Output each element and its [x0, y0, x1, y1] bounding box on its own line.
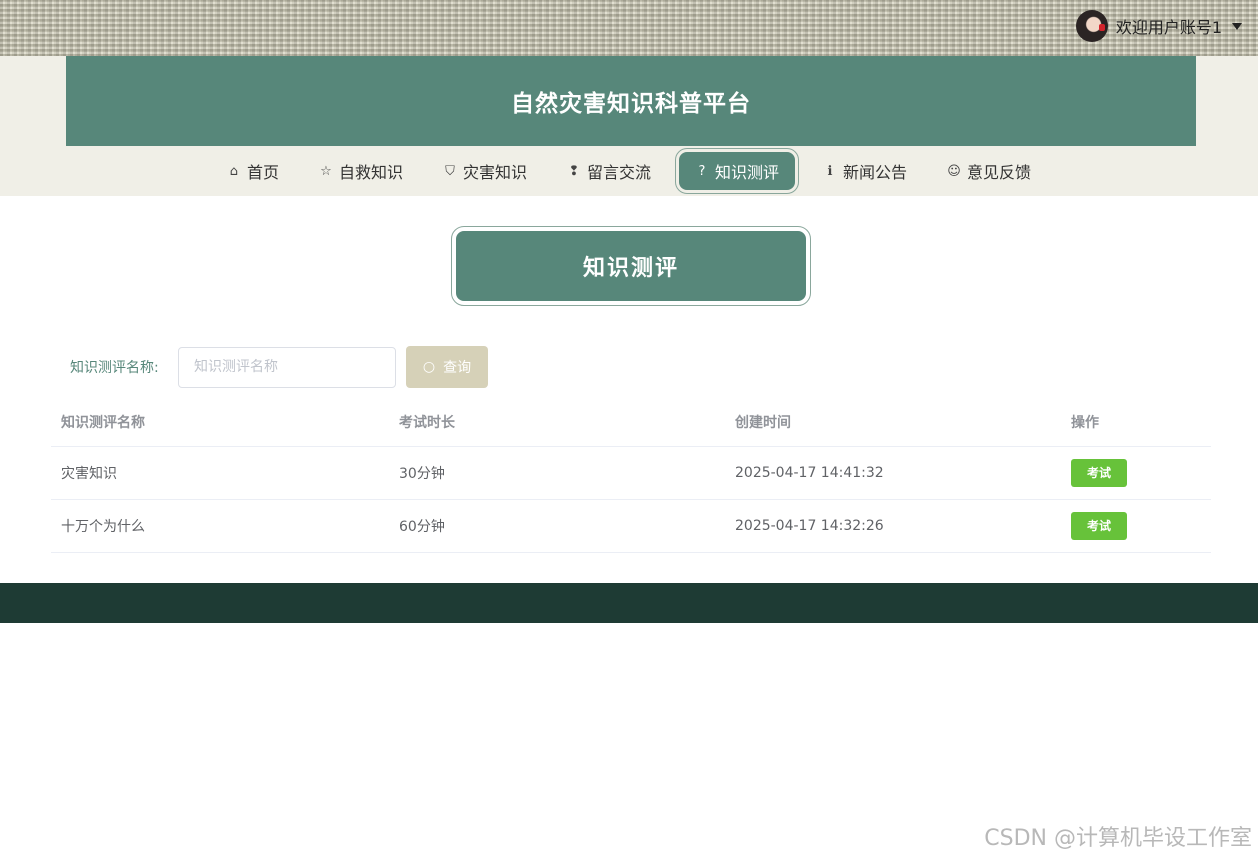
cell-name: 十万个为什么	[51, 499, 389, 553]
watermark: CSDN @计算机毕设工作室	[984, 826, 1252, 851]
cell-name: 灾害知识	[51, 446, 389, 500]
nav-item-label: 首页	[246, 163, 279, 182]
nav-item-label: 新闻公告	[843, 163, 908, 182]
exam-button[interactable]: 考试	[1071, 511, 1127, 540]
table-row: 灾害知识 30分钟 2025-04-17 14:41:32 考试	[51, 446, 1211, 500]
exclamation-icon: ❢	[568, 163, 580, 179]
cell-duration: 30分钟	[389, 446, 725, 500]
nav-item-label: 留言交流	[586, 163, 651, 182]
nav-item-home[interactable]: ⌂ 首页	[207, 151, 299, 191]
nav-item-news[interactable]: ℹ 新闻公告	[803, 151, 927, 191]
column-header-duration: 考试时长	[389, 399, 725, 447]
search-input[interactable]	[178, 346, 396, 388]
exam-button[interactable]: 考试	[1071, 458, 1127, 487]
top-bar: 欢迎用户账号1	[0, 0, 1258, 56]
section-title: 知识测评	[582, 256, 679, 281]
site-title: 自然灾害知识科普平台	[511, 91, 751, 117]
column-header-created: 创建时间	[725, 399, 1061, 447]
site-banner: 自然灾害知识科普平台	[66, 56, 1196, 146]
search-bar: 知识测评名称: ○ 查询	[70, 346, 488, 388]
star-icon: ☆	[320, 163, 332, 179]
main-nav: ⌂ 首页 ☆ 自救知识 ⛉ 灾害知识 ❢ 留言交流 ? 知识测评 ℹ 新闻公告 …	[0, 146, 1258, 196]
nav-item-messages[interactable]: ❢ 留言交流	[547, 151, 671, 191]
cell-action: 考试	[1061, 499, 1211, 553]
question-icon: ?	[698, 163, 706, 179]
user-greeting[interactable]: 欢迎用户账号1	[1116, 14, 1222, 38]
search-icon: ○	[422, 359, 436, 375]
search-button-label: 查询	[443, 360, 472, 376]
cell-duration: 60分钟	[389, 499, 725, 553]
column-header-name: 知识测评名称	[51, 399, 389, 447]
nav-item-quiz[interactable]: ? 知识测评	[674, 148, 800, 194]
cell-action: 考试	[1061, 446, 1211, 500]
home-icon: ⌂	[229, 163, 239, 179]
smiley-icon: ☺	[947, 163, 961, 179]
avatar[interactable]	[1075, 10, 1108, 42]
cell-created: 2025-04-17 14:41:32	[725, 446, 1061, 500]
nav-item-label: 灾害知识	[462, 163, 527, 182]
search-label: 知识测评名称:	[70, 360, 159, 376]
nav-item-feedback[interactable]: ☺ 意见反馈	[927, 151, 1051, 191]
nav-item-label: 意见反馈	[967, 163, 1032, 182]
caret-down-icon[interactable]	[1232, 22, 1242, 30]
cell-created: 2025-04-17 14:32:26	[725, 499, 1061, 553]
column-header-action: 操作	[1061, 399, 1211, 447]
nav-item-self-rescue[interactable]: ☆ 自救知识	[299, 151, 423, 191]
nav-item-disaster[interactable]: ⛉ 灾害知识	[423, 151, 547, 191]
quiz-table: 知识测评名称 考试时长 创建时间 操作 灾害知识 30分钟 2025-04-17…	[51, 399, 1211, 553]
search-button[interactable]: ○ 查询	[406, 346, 488, 388]
user-menu[interactable]: 欢迎用户账号1	[1075, 10, 1242, 42]
table-header-row: 知识测评名称 考试时长 创建时间 操作	[51, 399, 1211, 447]
footer	[0, 583, 1258, 623]
section-title-box: 知识测评	[451, 226, 811, 306]
bag-icon: ⛉	[445, 163, 455, 179]
info-icon: ℹ	[827, 163, 833, 179]
nav-item-label: 知识测评	[715, 163, 780, 182]
nav-item-label: 自救知识	[338, 163, 403, 182]
table-row: 十万个为什么 60分钟 2025-04-17 14:32:26 考试	[51, 499, 1211, 553]
